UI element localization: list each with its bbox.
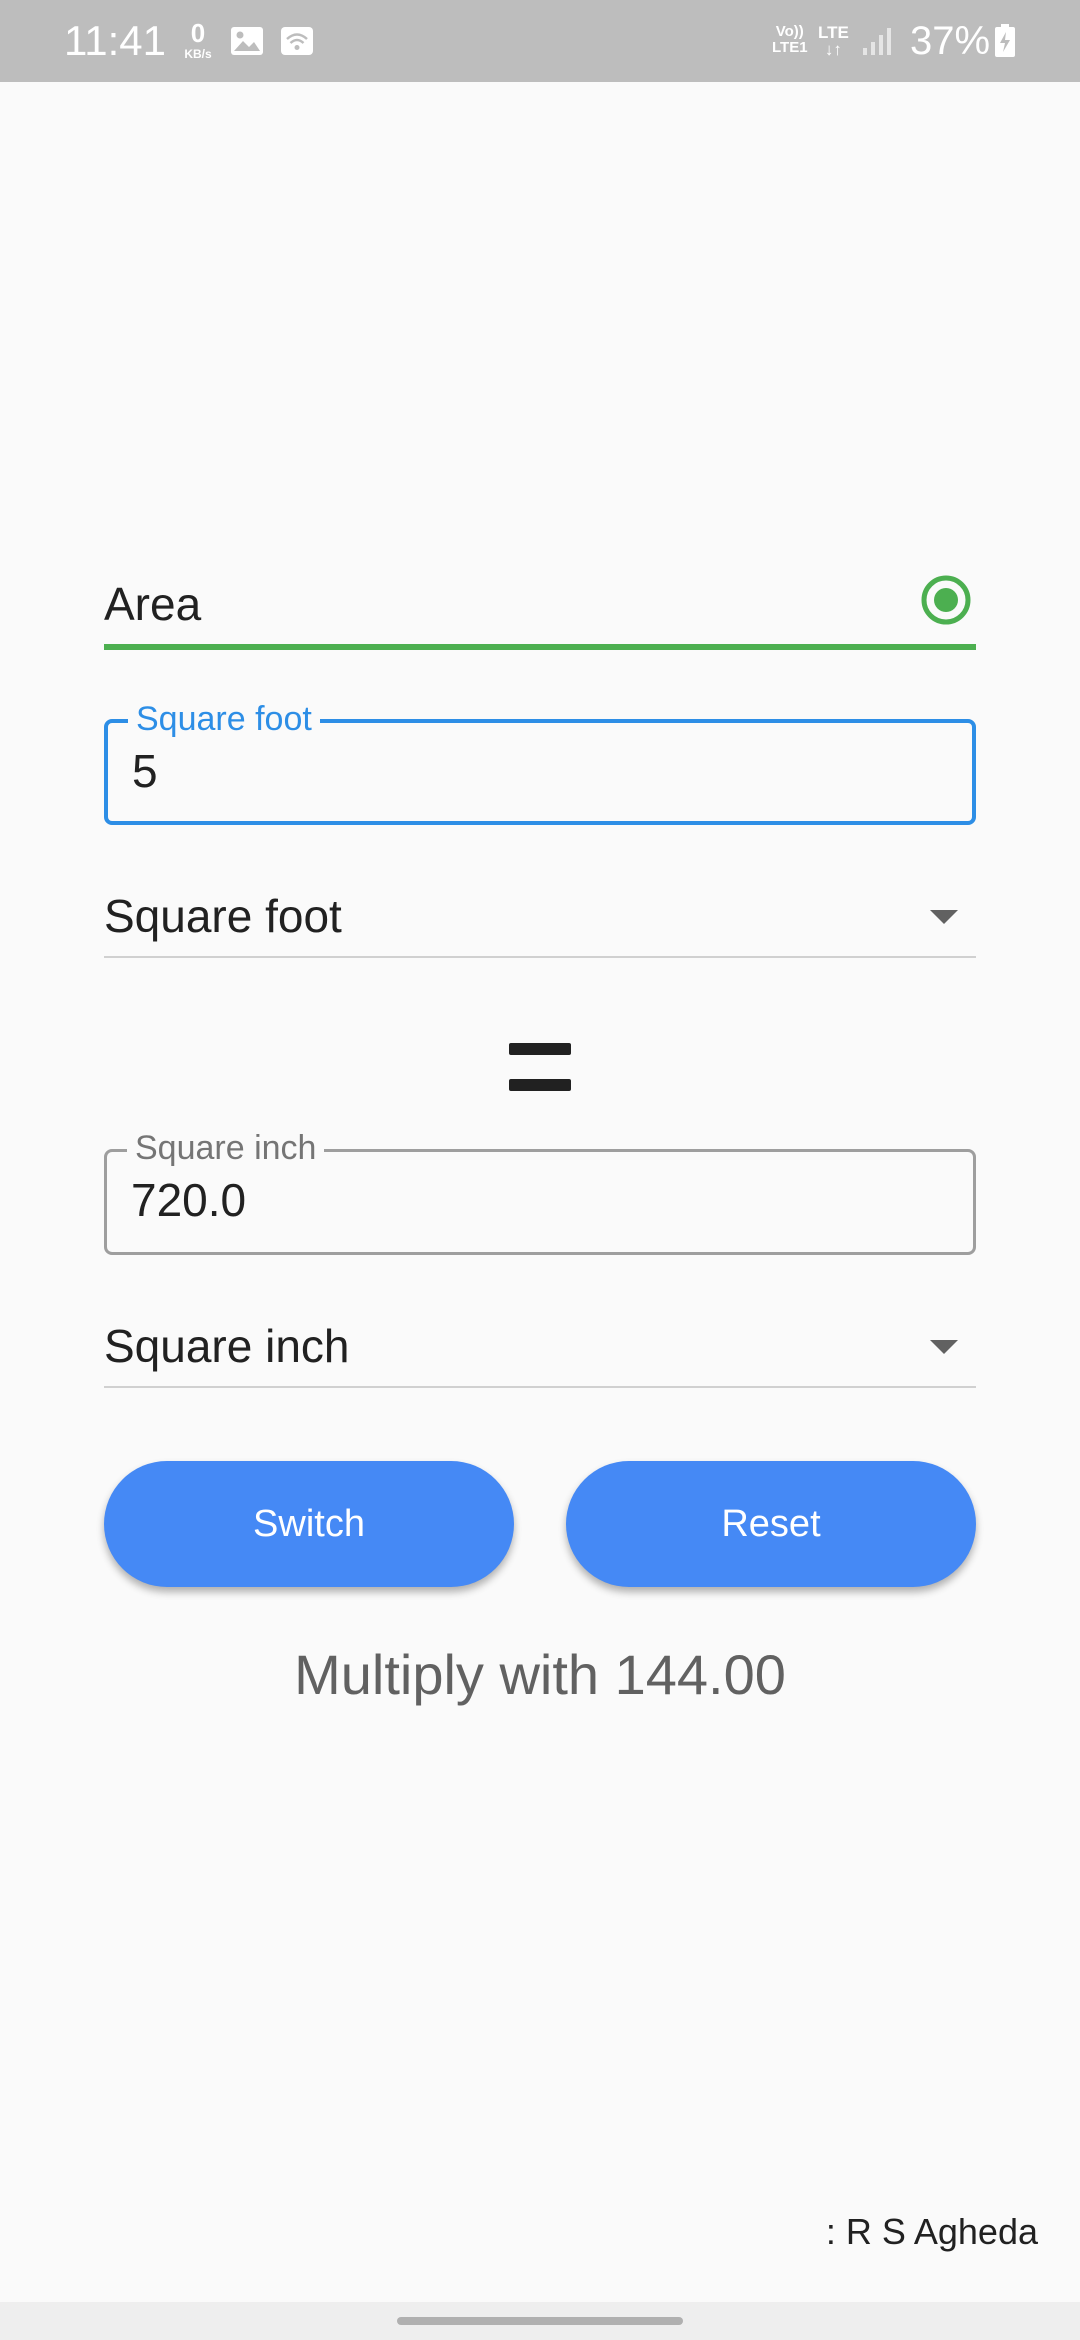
output-value-field[interactable]: Square inch 720.0	[104, 1128, 976, 1255]
equals-icon	[509, 1039, 571, 1095]
data-arrows-icon: ↓↑	[824, 40, 842, 59]
output-value-label: Square inch	[127, 1128, 325, 1168]
status-time: 11:41	[64, 17, 166, 64]
from-unit-dropdown[interactable]: Square foot	[104, 870, 976, 958]
input-value-label: Square foot	[128, 699, 320, 739]
wifi-icon	[281, 27, 313, 55]
battery-percent: 37%	[910, 19, 991, 63]
dropdown-arrow-icon	[930, 1340, 958, 1354]
volte-indicator: Vo)) LTE1	[772, 24, 808, 56]
conversion-type-selector[interactable]: Area	[104, 568, 976, 650]
input-value-text[interactable]: 5	[132, 743, 158, 799]
to-unit-label: Square inch	[104, 1320, 350, 1372]
volte-top-label: Vo))	[775, 23, 804, 40]
conversion-formula: Multiply with 144.00	[294, 1643, 786, 1706]
battery-charging-icon	[995, 24, 1015, 57]
to-unit-dropdown[interactable]: Square inch	[104, 1300, 976, 1388]
author-credit: : R S Agheda	[825, 2211, 1038, 2252]
gesture-handle[interactable]	[397, 2317, 683, 2325]
lte-indicator: LTE ↓↑	[818, 24, 849, 58]
output-value-text[interactable]: 720.0	[131, 1172, 246, 1228]
input-value-field[interactable]: Square foot 5	[104, 699, 976, 825]
switch-button[interactable]: Switch	[104, 1461, 514, 1587]
radio-selected-icon[interactable]	[920, 574, 972, 626]
from-unit-label: Square foot	[104, 890, 342, 942]
volte-bottom-label: LTE1	[772, 39, 808, 56]
network-speed-value: 0	[190, 18, 206, 48]
status-bar: 11:41 0 KB/s Vo)) LTE1 LTE ↓↑ 37%	[0, 0, 1080, 82]
reset-button[interactable]: Reset	[566, 1461, 976, 1587]
network-speed: 0 KB/s	[178, 20, 218, 60]
gallery-icon	[231, 27, 263, 55]
conversion-type-label: Area	[104, 578, 202, 630]
navigation-bar	[0, 2302, 1080, 2340]
signal-icon	[863, 28, 891, 55]
dropdown-arrow-icon	[930, 910, 958, 924]
network-speed-unit: KB/s	[184, 47, 212, 61]
